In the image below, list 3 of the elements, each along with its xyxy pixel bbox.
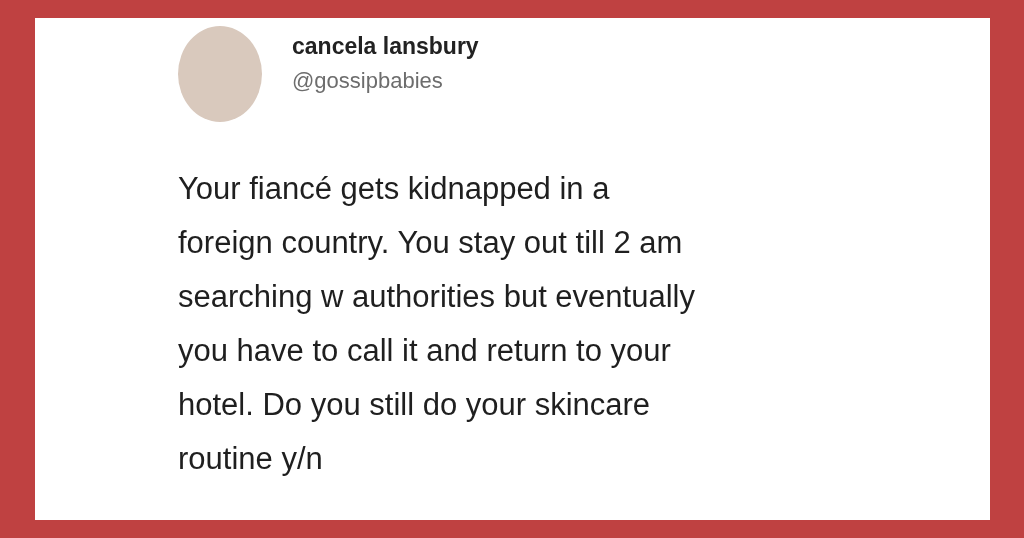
tweet-text: Your fiancé gets kidnapped in a foreign country. You stay out till 2 am searching w authorities but eventually you have to call it and return to your hotel. Do you still do your skincare routine y/n [178, 170, 696, 478]
author-name: cancela lansbury [292, 32, 479, 60]
author-handle: @gossipbabies [292, 67, 444, 94]
